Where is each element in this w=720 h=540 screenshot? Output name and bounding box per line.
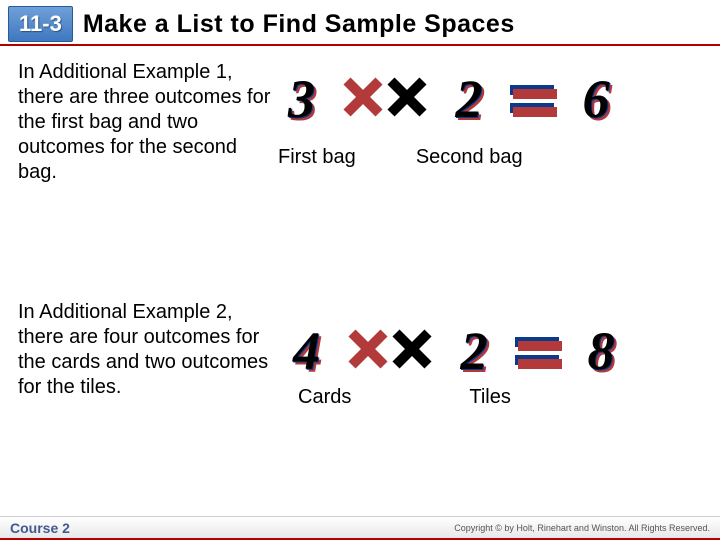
equals-icon — [510, 83, 554, 115]
example-2-equation: 4 4 4 2 2 2 8 8 8 — [293, 320, 614, 382]
example-1-labels: First bag Second bag — [278, 146, 523, 169]
example-1-n2: 2 2 2 — [455, 68, 482, 130]
equals-icon — [515, 335, 559, 367]
example-2-n2: 2 2 2 — [460, 320, 487, 382]
course-label: Course 2 — [10, 520, 70, 536]
example-2-label2: Tiles — [469, 386, 510, 409]
example-2-text: In Additional Example 2, there are four … — [18, 300, 283, 400]
multiply-icon — [348, 329, 432, 374]
example-1-n1: 3 3 3 — [288, 68, 315, 130]
slide-content: In Additional Example 1, there are three… — [0, 46, 720, 476]
example-2-result: 8 8 8 — [587, 320, 614, 382]
slide-title: Make a List to Find Sample Spaces — [83, 10, 515, 39]
example-2-label1: Cards — [298, 386, 351, 409]
example-1-result: 6 6 6 — [582, 68, 609, 130]
example-1-label1: First bag — [278, 146, 356, 169]
example-2-n1: 4 4 4 — [293, 320, 320, 382]
lesson-number-tag: 11-3 — [8, 6, 73, 42]
copyright-text: Copyright © by Holt, Rinehart and Winsto… — [454, 523, 710, 533]
example-1: In Additional Example 1, there are three… — [18, 60, 702, 260]
example-1-text: In Additional Example 1, there are three… — [18, 60, 278, 185]
multiply-icon — [343, 77, 427, 122]
example-2-labels: Cards Tiles — [298, 386, 511, 409]
example-1-label2: Second bag — [416, 146, 523, 169]
slide-header: 11-3 Make a List to Find Sample Spaces — [0, 0, 720, 46]
example-2: In Additional Example 2, there are four … — [18, 300, 702, 500]
slide-footer: Course 2 Copyright © by Holt, Rinehart a… — [0, 516, 720, 540]
example-1-equation: 3 3 3 2 2 2 6 6 6 — [288, 68, 609, 130]
